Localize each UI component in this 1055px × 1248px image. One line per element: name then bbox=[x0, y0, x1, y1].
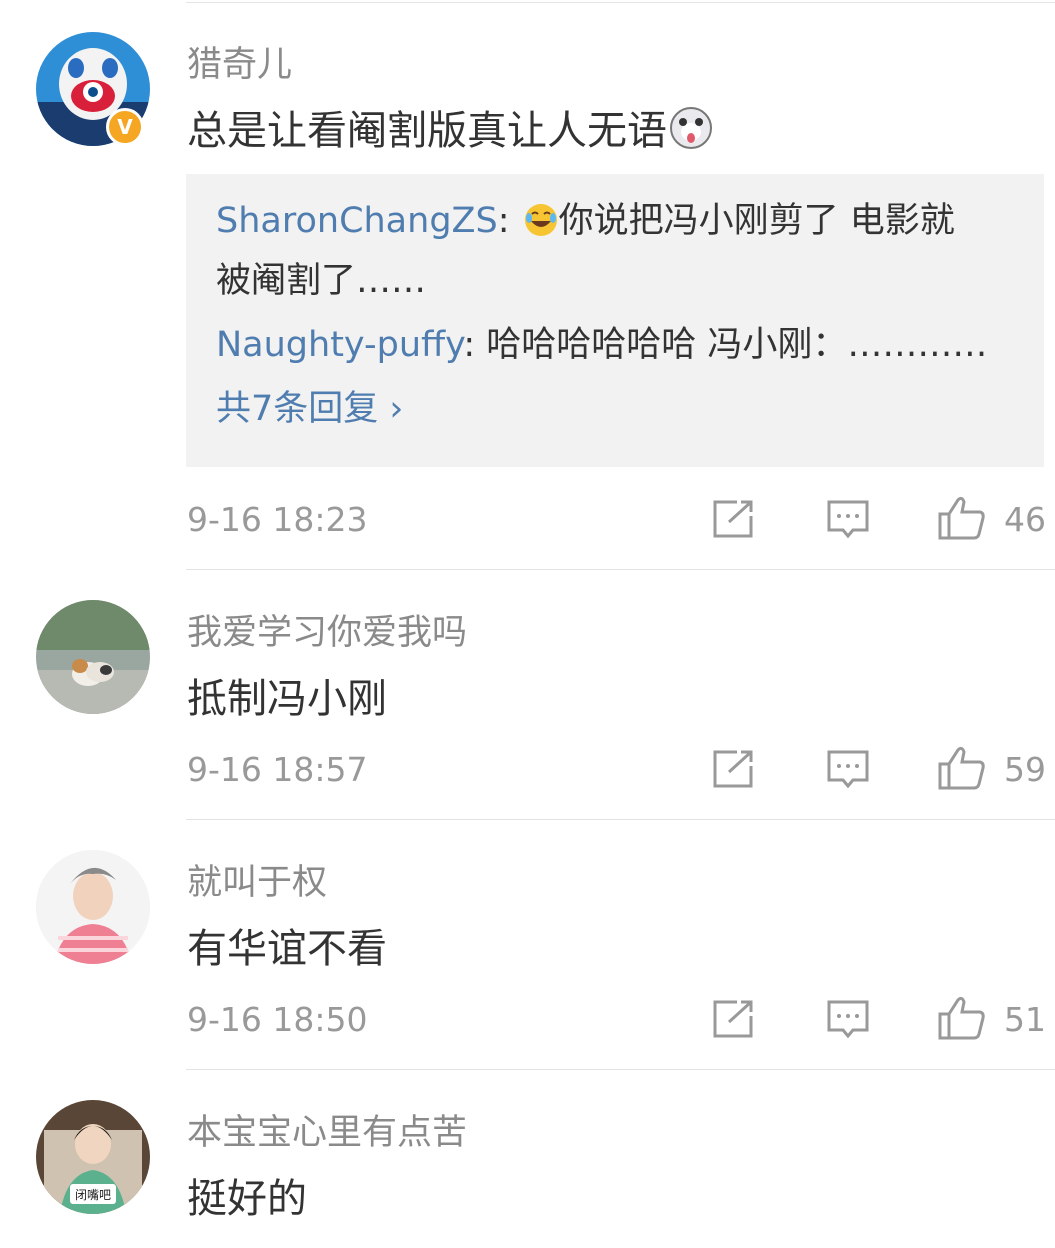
reply-item: SharonChangZS: 你说把冯小刚剪了 电影就 bbox=[216, 194, 1016, 254]
avatar[interactable]: 闭嘴吧 bbox=[36, 1100, 150, 1214]
comment-text: 有华谊不看 bbox=[187, 926, 387, 972]
username[interactable]: 猎奇儿 bbox=[187, 36, 292, 87]
comment-icon[interactable] bbox=[827, 1000, 869, 1044]
divider bbox=[186, 819, 1055, 820]
like-count: 51 bbox=[1004, 1000, 1046, 1039]
comment-time: 9-16 18:50 bbox=[187, 1000, 368, 1039]
avatar[interactable] bbox=[36, 850, 150, 964]
reply-username[interactable]: SharonChangZS bbox=[216, 201, 498, 241]
comment-time: 9-16 18:57 bbox=[187, 750, 368, 789]
more-replies-link[interactable]: 共7条回复 › bbox=[216, 382, 1016, 436]
husky-emoji-icon bbox=[669, 106, 713, 160]
replies-box[interactable]: SharonChangZS: 你说把冯小刚剪了 电影就 被阉割了…… Naugh… bbox=[186, 174, 1044, 467]
username[interactable]: 我爱学习你爱我吗 bbox=[187, 604, 467, 655]
comment-time: 9-16 18:23 bbox=[187, 500, 368, 539]
like-icon[interactable] bbox=[938, 496, 986, 544]
comment-icon[interactable] bbox=[827, 500, 869, 544]
reply-continued: 被阉割了…… bbox=[216, 261, 427, 301]
laughing-tears-emoji-icon bbox=[523, 200, 559, 254]
share-icon[interactable] bbox=[713, 750, 755, 792]
comment-text: 挺好的 bbox=[187, 1176, 307, 1222]
comment-icon[interactable] bbox=[827, 750, 869, 794]
avatar-badge-text: 闭嘴吧 bbox=[75, 1188, 111, 1202]
reply-username[interactable]: Naughty-puffy bbox=[216, 325, 463, 365]
avatar[interactable] bbox=[36, 600, 150, 714]
share-icon[interactable] bbox=[713, 1000, 755, 1042]
reply-item: Naughty-puffy: 哈哈哈哈哈哈 冯小刚：………… bbox=[216, 325, 988, 365]
divider bbox=[186, 1069, 1055, 1070]
share-icon[interactable] bbox=[713, 500, 755, 542]
like-count: 46 bbox=[1004, 500, 1046, 539]
top-divider bbox=[186, 2, 1055, 3]
like-icon[interactable] bbox=[938, 996, 986, 1044]
verified-badge-icon: V bbox=[106, 108, 144, 146]
comment-text: 总是让看阉割版真让人无语 bbox=[187, 98, 713, 160]
comment-text: 抵制冯小刚 bbox=[187, 676, 387, 722]
username[interactable]: 就叫于权 bbox=[187, 854, 327, 905]
username[interactable]: 本宝宝心里有点苦 bbox=[187, 1104, 467, 1155]
like-icon[interactable] bbox=[938, 746, 986, 794]
divider bbox=[186, 569, 1055, 570]
like-count: 59 bbox=[1004, 750, 1046, 789]
